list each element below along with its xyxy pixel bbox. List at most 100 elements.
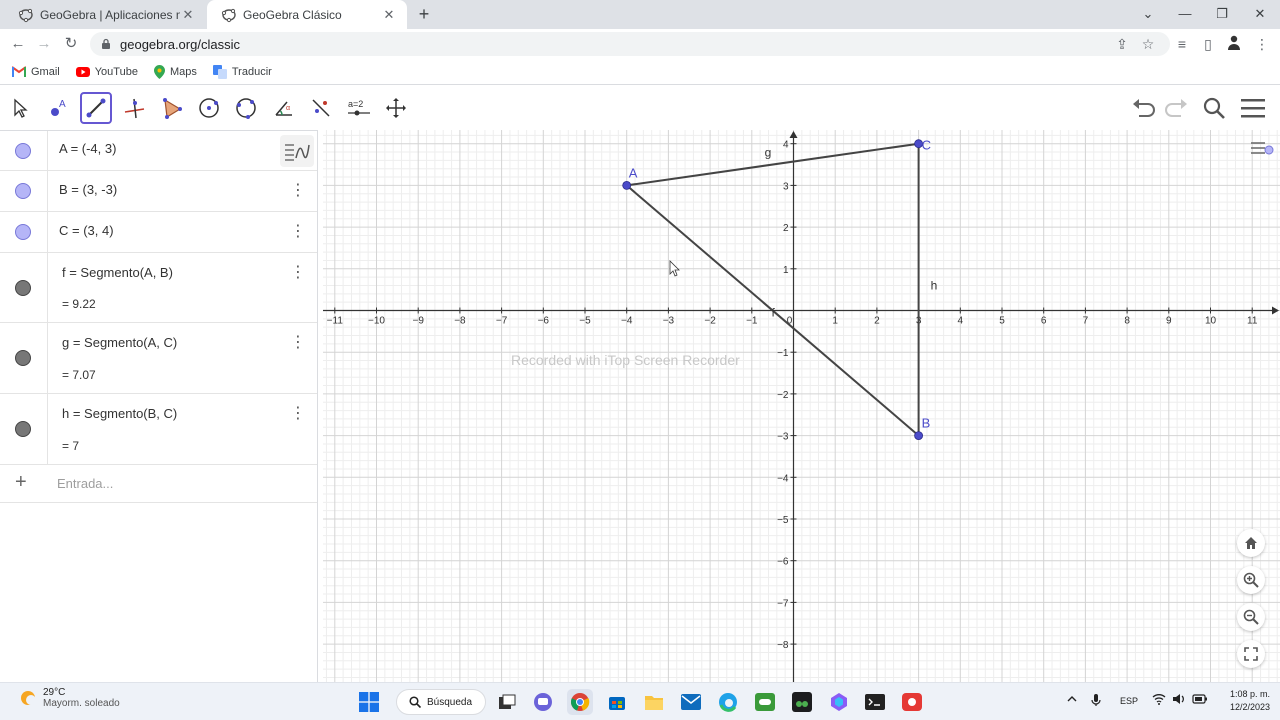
item-menu-icon[interactable]: ⋮	[290, 223, 306, 241]
maximize-window-icon[interactable]: ❐	[1202, 0, 1242, 29]
angle-tool-icon[interactable]: α	[268, 92, 300, 124]
forward-arrow-icon[interactable]: →	[34, 34, 54, 54]
gaming-app-icon[interactable]	[752, 689, 778, 715]
algebra-item-point-a[interactable]: A = (-4, 3)	[0, 131, 317, 171]
input-language[interactable]: ESP	[1120, 696, 1138, 706]
tab-title: GeoGebra Clásico	[243, 7, 342, 22]
algebra-definition[interactable]: A = (-4, 3)	[59, 141, 116, 156]
visibility-toggle[interactable]	[15, 350, 31, 366]
close-tab-icon[interactable]: ✕	[381, 7, 397, 23]
bookmark-gmail[interactable]: Gmail	[12, 66, 60, 78]
microphone-icon[interactable]	[1090, 693, 1102, 709]
taskbar-search[interactable]: Búsqueda	[396, 689, 486, 715]
algebra-definition[interactable]: g = Segmento(A, C)	[62, 335, 177, 350]
item-menu-icon[interactable]: ⋮	[290, 182, 306, 200]
algebra-input[interactable]: Entrada...	[57, 476, 113, 491]
point-B	[914, 431, 923, 441]
algebra-definition[interactable]: h = Segmento(B, C)	[62, 406, 177, 421]
algebra-item-point-b[interactable]: B = (3, -3) ⋮	[0, 171, 317, 212]
algebra-item-segment-f[interactable]: f = Segmento(A, B) = 9.22 ⋮	[0, 253, 317, 323]
search-icon[interactable]	[1200, 94, 1228, 122]
point-tool-icon[interactable]: A	[42, 92, 74, 124]
visibility-toggle[interactable]	[15, 143, 31, 159]
polygon-tool-icon[interactable]	[156, 92, 188, 124]
tab-geogebra-apps[interactable]: GeoGebra | Aplicaciones matemáticas ✕	[4, 0, 206, 29]
visibility-toggle[interactable]	[15, 421, 31, 437]
graphics-view[interactable]: −11−10−9−8−7−6−5−4−3−2−101234567891011 4…	[323, 130, 1280, 682]
chat-app-icon[interactable]	[530, 689, 556, 715]
main-menu-icon[interactable]	[1239, 94, 1267, 122]
edge-icon[interactable]	[715, 689, 741, 715]
profile-avatar[interactable]	[1224, 34, 1244, 54]
wifi-icon[interactable]	[1152, 693, 1166, 707]
terminal-icon[interactable]	[862, 689, 888, 715]
reload-icon[interactable]: ↻	[61, 34, 81, 54]
visibility-toggle[interactable]	[15, 224, 31, 240]
address-bar[interactable]: geogebra.org/classic	[90, 32, 1170, 56]
segment-tool-icon[interactable]	[80, 92, 112, 124]
bookmarks-bar: Gmail YouTube Maps Traducir	[0, 59, 1280, 85]
volume-icon[interactable]	[1172, 693, 1186, 707]
geogebra-toolbar: A α a=2	[0, 86, 1280, 130]
close-tab-icon[interactable]: ✕	[180, 7, 196, 23]
algebra-definition[interactable]: f = Segmento(A, B)	[62, 265, 173, 280]
item-menu-icon[interactable]: ⋮	[290, 405, 306, 423]
add-item-icon[interactable]: +	[15, 472, 27, 492]
circle-center-point-tool-icon[interactable]	[193, 92, 225, 124]
visibility-toggle[interactable]	[15, 280, 31, 296]
reflect-about-line-tool-icon[interactable]	[305, 92, 337, 124]
bookmark-youtube[interactable]: YouTube	[75, 66, 138, 78]
show-hidden-icons-chevron-icon[interactable]	[1066, 693, 1078, 707]
algebra-view-settings-icon[interactable]	[280, 135, 314, 167]
zoom-in-icon[interactable]	[1237, 566, 1265, 594]
algebra-item-segment-h[interactable]: h = Segmento(B, C) = 7 ⋮	[0, 394, 317, 465]
move-tool-icon[interactable]	[4, 92, 36, 124]
system-clock[interactable]: 1:08 p. m. 12/2/2023	[1214, 688, 1270, 714]
y-tick-label: −6	[777, 557, 789, 568]
weather-widget[interactable]: 29°C Mayorm. soleado	[18, 687, 120, 709]
algebra-item-segment-g[interactable]: g = Segmento(A, C) = 7.07 ⋮	[0, 323, 317, 394]
bookmark-translate[interactable]: Traducir	[212, 64, 272, 79]
fullscreen-icon[interactable]	[1237, 640, 1265, 668]
minimize-window-icon[interactable]: —	[1165, 0, 1205, 29]
store-icon[interactable]	[604, 689, 630, 715]
algebra-definition[interactable]: B = (3, -3)	[59, 182, 117, 197]
side-panel-icon[interactable]: ▯	[1198, 34, 1218, 54]
new-tab-button[interactable]: +	[414, 4, 434, 24]
bookmark-maps[interactable]: Maps	[153, 64, 197, 79]
algebra-definition[interactable]: C = (3, 4)	[59, 223, 114, 238]
udemy-app-icon[interactable]	[789, 689, 815, 715]
close-window-icon[interactable]: ✕	[1240, 0, 1280, 29]
mail-icon[interactable]	[678, 689, 704, 715]
coordinate-plane[interactable]: −11−10−9−8−7−6−5−4−3−2−101234567891011 4…	[323, 130, 1280, 682]
chrome-menu-icon[interactable]: ⋮	[1252, 34, 1272, 54]
redo-icon[interactable]	[1162, 94, 1190, 122]
zoom-out-icon[interactable]	[1237, 603, 1265, 631]
windows-start-icon[interactable]	[356, 689, 382, 715]
tab-search-chevron-icon[interactable]: ⌄	[1128, 0, 1168, 29]
bookmark-star-icon[interactable]: ☆	[1138, 34, 1158, 54]
battery-icon[interactable]	[1192, 693, 1208, 707]
file-explorer-icon[interactable]	[641, 689, 667, 715]
standard-view-home-icon[interactable]	[1237, 529, 1265, 557]
graphics-style-bar-toggle-icon[interactable]	[1245, 134, 1279, 164]
undo-icon[interactable]	[1130, 94, 1158, 122]
tab-geogebra-classic[interactable]: GeoGebra Clásico ✕	[207, 0, 407, 29]
perpendicular-line-tool-icon[interactable]	[118, 92, 150, 124]
reading-list-icon[interactable]: ≡	[1172, 34, 1192, 54]
move-graphics-view-tool-icon[interactable]	[380, 92, 412, 124]
share-icon[interactable]: ⇪	[1112, 34, 1132, 54]
circle-three-points-tool-icon[interactable]	[230, 92, 262, 124]
back-arrow-icon[interactable]: ←	[8, 34, 28, 54]
slider-tool-icon[interactable]: a=2	[343, 92, 375, 124]
chrome-taskbar-icon[interactable]	[567, 689, 593, 715]
task-view-icon[interactable]	[494, 689, 520, 715]
visibility-toggle[interactable]	[15, 183, 31, 199]
item-menu-icon[interactable]: ⋮	[290, 264, 306, 282]
algebra-input-row[interactable]: + Entrada...	[0, 465, 317, 503]
item-menu-icon[interactable]: ⋮	[290, 334, 306, 352]
algebra-item-point-c[interactable]: C = (3, 4) ⋮	[0, 212, 317, 253]
x-tick-label: 4	[958, 316, 964, 327]
copilot-icon[interactable]	[826, 689, 852, 715]
screen-recorder-icon[interactable]	[899, 689, 925, 715]
